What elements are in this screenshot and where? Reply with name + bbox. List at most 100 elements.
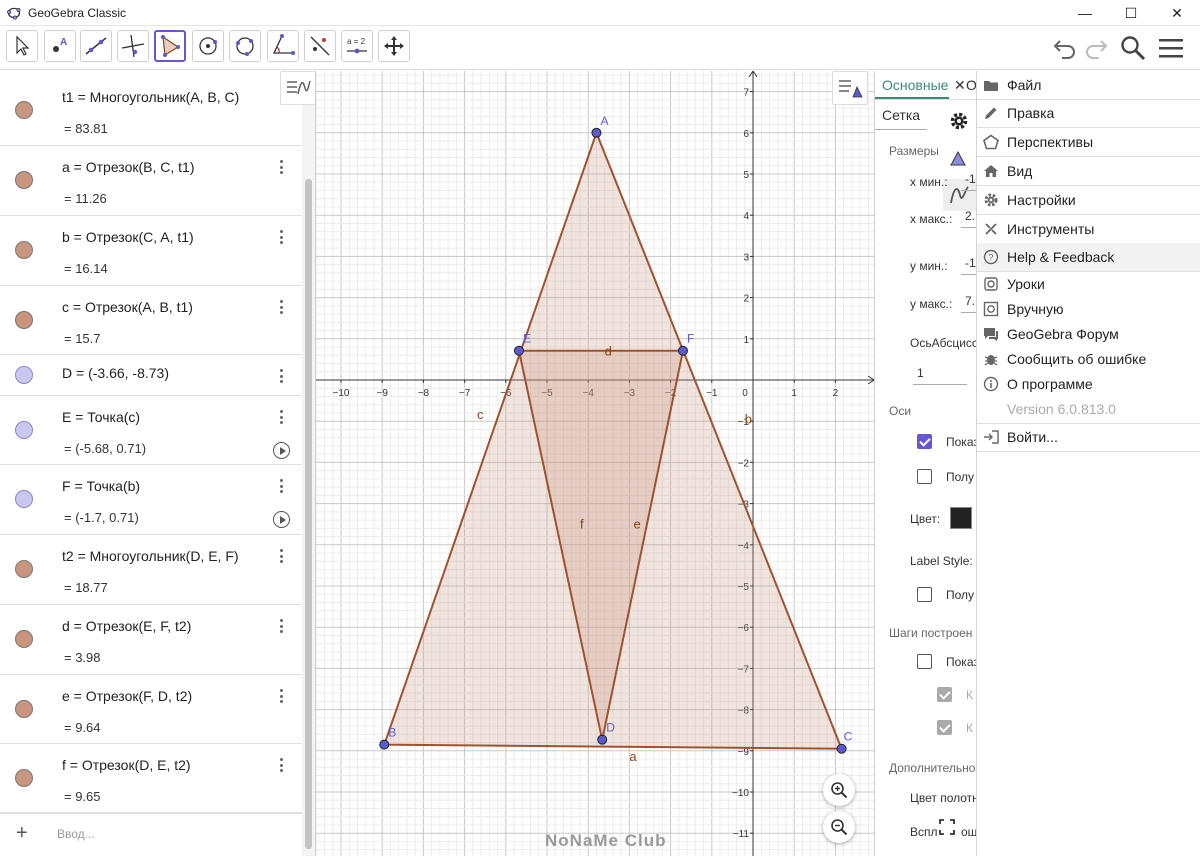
- algebra-row[interactable]: D = (-3.66, -8.73): [0, 355, 302, 396]
- row-more-menu-icon[interactable]: [273, 546, 289, 566]
- show-axes-checkbox[interactable]: [917, 434, 932, 449]
- visibility-toggle-dot[interactable]: [15, 560, 33, 578]
- graphics-style-bar-toggle[interactable]: [832, 71, 868, 105]
- play-animation-icon[interactable]: [273, 442, 290, 459]
- algebra-style-bar-toggle[interactable]: [280, 71, 315, 105]
- algebra-row[interactable]: e = Отрезок(F, D, t2) = 9.64: [0, 675, 302, 744]
- circle-center-tool-button[interactable]: [192, 30, 224, 62]
- visibility-toggle-dot[interactable]: [15, 700, 33, 718]
- maximize-button[interactable]: ☐: [1108, 0, 1154, 26]
- row-more-menu-icon[interactable]: [273, 366, 289, 386]
- help-item-manual[interactable]: Вручную: [977, 296, 1200, 321]
- visibility-toggle-dot[interactable]: [15, 101, 33, 119]
- algebra-definition[interactable]: F = Точка(b): [62, 478, 140, 494]
- menu-item-help[interactable]: ? Help & Feedback: [977, 243, 1200, 271]
- menu-item-tools[interactable]: Инструменты: [977, 215, 1200, 243]
- algebra-definition[interactable]: d = Отрезок(E, F, t2): [62, 618, 191, 634]
- help-item-forum[interactable]: GeoGebra Форум: [977, 321, 1200, 346]
- algebra-input-placeholder[interactable]: Ввод...: [57, 827, 95, 841]
- algebra-row[interactable]: b = Отрезок(C, A, t1) = 16.14: [0, 216, 302, 286]
- algebra-definition[interactable]: E = Точка(c): [62, 409, 140, 425]
- help-item-info[interactable]: О программе: [977, 371, 1200, 396]
- settings-tab-grid[interactable]: Сетка: [882, 107, 920, 123]
- row-more-menu-icon[interactable]: [273, 157, 289, 177]
- visibility-toggle-dot[interactable]: [15, 171, 33, 189]
- zoom-out-button[interactable]: [823, 811, 855, 843]
- algebra-definition[interactable]: e = Отрезок(F, D, t2): [62, 688, 192, 704]
- settings-close-icon[interactable]: ✕: [954, 77, 966, 94]
- help-item-bug[interactable]: Сообщить об ошибке: [977, 346, 1200, 371]
- perpendicular-tool-button[interactable]: [117, 30, 149, 62]
- row-more-menu-icon[interactable]: [273, 755, 289, 775]
- point-A[interactable]: [591, 127, 602, 138]
- reflect-tool-button[interactable]: [304, 30, 336, 62]
- menu-item-gear[interactable]: Настройки: [977, 186, 1200, 214]
- visibility-toggle-dot[interactable]: [15, 421, 33, 439]
- move-graphics-tool-button[interactable]: [378, 30, 410, 62]
- algebra-row[interactable]: t2 = Многоугольник(D, E, F) = 18.77: [0, 535, 302, 605]
- algebra-row[interactable]: a = Отрезок(B, C, t1) = 11.26: [0, 146, 302, 216]
- menu-item-perspectives[interactable]: Перспективы: [977, 128, 1200, 156]
- redo-button[interactable]: [1081, 30, 1111, 66]
- settings-gear-icon[interactable]: [949, 111, 969, 131]
- algebra-row[interactable]: d = Отрезок(E, F, t2) = 3.98: [0, 605, 302, 675]
- slider-tool-button[interactable]: a = 2: [341, 30, 373, 62]
- algebra-definition[interactable]: f = Отрезок(D, E, t2): [62, 757, 191, 773]
- algebra-row[interactable]: t1 = Многоугольник(A, B, C) = 83.81: [0, 71, 302, 146]
- row-more-menu-icon[interactable]: [273, 476, 289, 496]
- main-menu-button[interactable]: [1156, 30, 1186, 66]
- algebra-row[interactable]: F = Точка(b) = (-1.7, 0.71): [0, 465, 302, 535]
- graphics-canvas[interactable]: −10 −9 −8 −7 −6 −5 −4 −3 −2 −1 0 1 27654321−1−2−3−4−…: [316, 71, 874, 856]
- sign-in-button[interactable]: Войти...: [977, 423, 1200, 451]
- algebra-scrollbar-thumb[interactable]: [305, 179, 312, 849]
- settings-tab-basic[interactable]: Основные: [882, 77, 948, 93]
- algebra-definition[interactable]: c = Отрезок(A, B, t1): [62, 299, 193, 315]
- algebra-definition[interactable]: b = Отрезок(C, A, t1): [62, 229, 194, 245]
- algebra-row[interactable]: E = Точка(c) = (-5.68, 0.71): [0, 396, 302, 465]
- graphics-view[interactable]: −10 −9 −8 −7 −6 −5 −4 −3 −2 −1 0 1 2 7 6 5 4 3 2 1 −1 −2 −3 −4−…: [316, 71, 874, 856]
- visibility-toggle-dot[interactable]: [15, 630, 33, 648]
- settings-tab-next[interactable]: Ос: [966, 77, 976, 93]
- polygon-tool-button[interactable]: [154, 30, 186, 62]
- visibility-toggle-dot[interactable]: [15, 241, 33, 259]
- row-more-menu-icon[interactable]: [273, 616, 289, 636]
- steps-sub2-checkbox[interactable]: [937, 720, 952, 735]
- point-E[interactable]: [513, 345, 524, 356]
- minimize-button[interactable]: —: [1062, 0, 1108, 26]
- algebra-scrollbar[interactable]: [302, 71, 315, 856]
- xmin-field[interactable]: -10: [961, 169, 976, 191]
- visibility-toggle-dot[interactable]: [15, 366, 33, 384]
- ymax-field[interactable]: 7.: [961, 291, 976, 313]
- help-item-tutorials[interactable]: Уроки: [977, 271, 1200, 296]
- algebra-row[interactable]: c = Отрезок(A, B, t1) = 15.7: [0, 286, 302, 355]
- point-F[interactable]: [677, 345, 688, 356]
- bold-checkbox[interactable]: [917, 469, 932, 484]
- angle-tool-button[interactable]: [267, 30, 299, 62]
- add-input-plus-icon[interactable]: +: [16, 822, 28, 845]
- label-bold-checkbox[interactable]: [917, 587, 932, 602]
- point-C[interactable]: [836, 743, 847, 754]
- move-tool-button[interactable]: [6, 30, 38, 62]
- zoom-in-button[interactable]: [823, 774, 855, 806]
- play-animation-icon[interactable]: [273, 511, 290, 528]
- axis-color-swatch[interactable]: [950, 507, 972, 529]
- point-tool-button[interactable]: A: [44, 30, 76, 62]
- menu-item-folder[interactable]: Файл: [977, 71, 1200, 99]
- visibility-toggle-dot[interactable]: [15, 769, 33, 787]
- algebra-row[interactable]: f = Отрезок(D, E, t2) = 9.65: [0, 744, 302, 813]
- algebra-definition[interactable]: a = Отрезок(B, C, t1): [62, 159, 195, 175]
- undo-button[interactable]: [1050, 30, 1080, 66]
- row-more-menu-icon[interactable]: [273, 407, 289, 427]
- row-more-menu-icon[interactable]: [273, 227, 289, 247]
- axis-ratio-field[interactable]: 1: [913, 363, 967, 385]
- circle-three-points-tool-button[interactable]: [229, 30, 261, 62]
- search-button[interactable]: [1118, 30, 1148, 66]
- visibility-toggle-dot[interactable]: [15, 311, 33, 329]
- algebra-definition[interactable]: t1 = Многоугольник(A, B, C): [62, 89, 239, 105]
- point-D[interactable]: [597, 734, 608, 745]
- algebra-definition[interactable]: t2 = Многоугольник(D, E, F): [62, 548, 239, 564]
- algebra-input-row[interactable]: + Ввод...: [0, 813, 302, 853]
- row-more-menu-icon[interactable]: [273, 686, 289, 706]
- ymin-field[interactable]: -11: [961, 253, 976, 275]
- visibility-toggle-dot[interactable]: [15, 490, 33, 508]
